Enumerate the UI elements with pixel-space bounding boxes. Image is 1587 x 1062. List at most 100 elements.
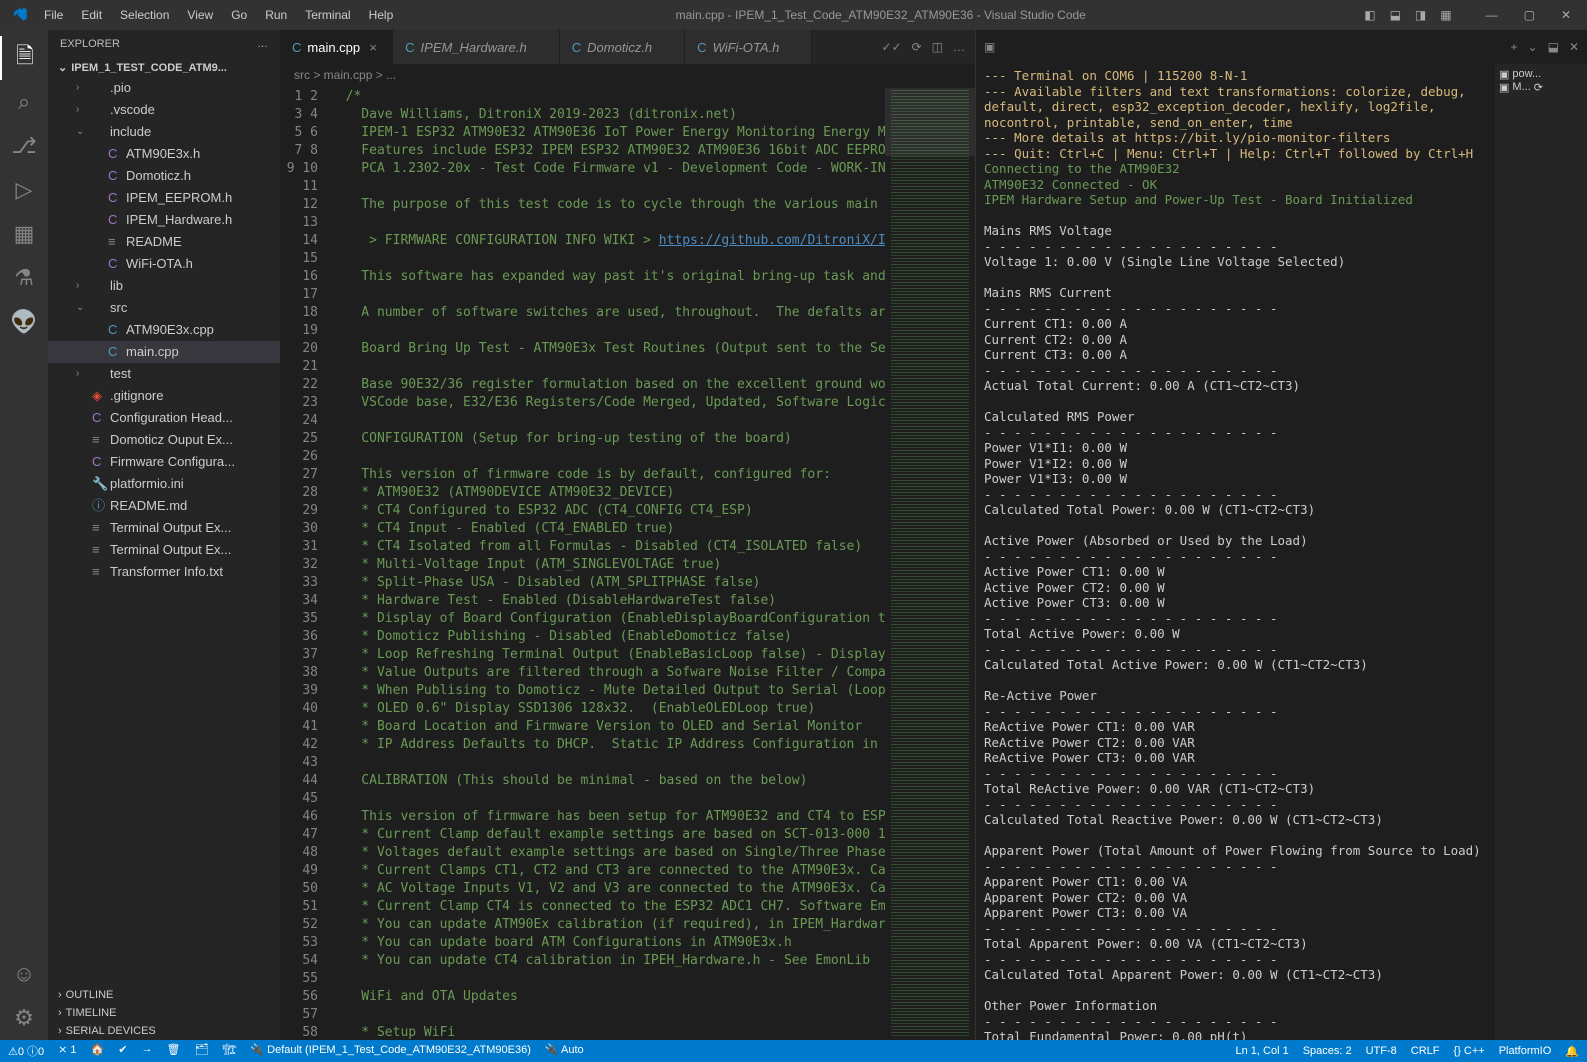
header-icon: C	[108, 166, 122, 186]
search-icon[interactable]: ⌕	[0, 80, 48, 124]
more-icon[interactable]: …	[953, 40, 965, 54]
check-all-icon[interactable]: ✓✓	[881, 40, 901, 54]
chevron-icon: ›	[76, 276, 88, 296]
platformio-icon[interactable]: 👽	[0, 300, 48, 344]
terminal-session-2[interactable]: ▣M...⟳	[1499, 81, 1583, 94]
menu-help[interactable]: Help	[361, 4, 402, 26]
chevron-down-icon: ⌄	[58, 61, 67, 74]
status-item[interactable]: Ln 1, Col 1	[1235, 1045, 1288, 1058]
maximize-terminal-icon[interactable]: ⬓	[1548, 40, 1559, 54]
serial-devices-section[interactable]: ›SERIAL DEVICES	[48, 1022, 280, 1040]
maximize-icon[interactable]: ▢	[1514, 4, 1545, 26]
status-item[interactable]: 🗂	[194, 1043, 208, 1059]
tree-item-atm90e3x-cpp[interactable]: CATM90E3x.cpp	[48, 319, 280, 341]
toggle-panel-left-icon[interactable]: ◧	[1360, 6, 1379, 24]
tree-item-atm90e3x-h[interactable]: CATM90E3x.h	[48, 143, 280, 165]
code-editor[interactable]: 1 2 3 4 5 6 7 8 9 10 11 12 13 14 15 16 1…	[280, 86, 975, 1040]
code-content[interactable]: /* Dave Williams, DitroniX 2019-2023 (di…	[330, 86, 885, 1040]
tab-wifi-ota-h[interactable]: CWiFi-OTA.h	[685, 30, 812, 64]
minimap[interactable]	[885, 86, 975, 1040]
tree-item-terminal-output-ex-[interactable]: ≡Terminal Output Ex...	[48, 539, 280, 561]
status-item[interactable]: 🗑	[166, 1043, 180, 1059]
tab-main-cpp[interactable]: Cmain.cpp×	[280, 30, 393, 64]
tree-item-readme[interactable]: ≡README	[48, 231, 280, 253]
menu-run[interactable]: Run	[257, 4, 295, 26]
status-item[interactable]: 🏗	[222, 1043, 236, 1059]
status-item[interactable]: ⚠0 ⓘ0	[8, 1043, 44, 1059]
settings-icon[interactable]: ⚙	[0, 996, 48, 1040]
tree-item-lib[interactable]: ›lib	[48, 275, 280, 297]
customize-layout-icon[interactable]: ▦	[1436, 6, 1455, 24]
tree-item-readme-md[interactable]: ⓘREADME.md	[48, 495, 280, 517]
project-root[interactable]: ⌄ IPEM_1_TEST_CODE_ATM9...	[48, 58, 280, 77]
status-item[interactable]: →	[141, 1043, 152, 1059]
status-item[interactable]: Spaces: 2	[1303, 1045, 1352, 1058]
tree-item-domoticz-h[interactable]: CDomoticz.h	[48, 165, 280, 187]
extensions-icon[interactable]: ▦	[0, 212, 48, 256]
tab-ipem-hardware-h[interactable]: CIPEM_Hardware.h	[393, 30, 560, 64]
terminal-tab-icon[interactable]: ▣	[984, 40, 995, 54]
split-icon[interactable]: ◫	[932, 40, 943, 54]
close-terminal-icon[interactable]: ✕	[1569, 40, 1579, 54]
tree-item-platformio-ini[interactable]: 🔧platformio.ini	[48, 473, 280, 495]
tree-item-ipem-eeprom-h[interactable]: CIPEM_EEPROM.h	[48, 187, 280, 209]
tree-item--vscode[interactable]: ›.vscode	[48, 99, 280, 121]
status-item[interactable]: 🔌 Auto	[545, 1043, 584, 1059]
tree-item-wifi-ota-h[interactable]: CWiFi-OTA.h	[48, 253, 280, 275]
menu-go[interactable]: Go	[223, 4, 255, 26]
tree-item-domoticz-ouput-ex-[interactable]: ≡Domoticz Ouput Ex...	[48, 429, 280, 451]
circuit-icon: ▣	[1499, 68, 1509, 81]
status-item[interactable]: UTF-8	[1366, 1045, 1397, 1058]
status-item[interactable]: 🔔	[1565, 1045, 1579, 1058]
tree-label: platformio.ini	[110, 474, 184, 494]
tree-item-configuration-head-[interactable]: CConfiguration Head...	[48, 407, 280, 429]
status-item[interactable]: PlatformIO	[1499, 1045, 1552, 1058]
close-tab-icon[interactable]: ×	[366, 40, 380, 55]
menu-selection[interactable]: Selection	[112, 4, 177, 26]
breadcrumb[interactable]: src > main.cpp > ...	[280, 64, 975, 86]
status-item[interactable]: 🔌 Default (IPEM_1_Test_Code_ATM90E32_ATM…	[250, 1043, 530, 1059]
terminal-output[interactable]: --- Terminal on COM6 | 115200 8-N-1 --- …	[976, 64, 1495, 1040]
menu-file[interactable]: File	[36, 4, 71, 26]
terminal-session-1[interactable]: ▣pow...	[1499, 68, 1583, 81]
timeline-section[interactable]: ›TIMELINE	[48, 1004, 280, 1022]
scm-icon[interactable]: ⎇	[0, 124, 48, 168]
tree-item-src[interactable]: ⌄src	[48, 297, 280, 319]
status-item[interactable]: ⨯ 1	[58, 1043, 76, 1059]
test-icon[interactable]: ⚗	[0, 256, 48, 300]
tree-item--pio[interactable]: ›.pio	[48, 77, 280, 99]
toggle-panel-right-icon[interactable]: ◨	[1411, 6, 1430, 24]
tree-item-terminal-output-ex-[interactable]: ≡Terminal Output Ex...	[48, 517, 280, 539]
tree-item--gitignore[interactable]: ◈.gitignore	[48, 385, 280, 407]
tree-item-transformer-info-txt[interactable]: ≡Transformer Info.txt	[48, 561, 280, 583]
more-icon[interactable]: …	[257, 38, 268, 50]
menu-edit[interactable]: Edit	[73, 4, 110, 26]
minimize-icon[interactable]: —	[1476, 4, 1508, 26]
cpp-icon: C	[108, 342, 122, 362]
explorer-icon[interactable]: 🗎	[0, 36, 48, 80]
sync-icon[interactable]: ⟳	[912, 40, 922, 54]
debug-icon[interactable]: ▷	[0, 168, 48, 212]
tree-item-ipem-hardware-h[interactable]: CIPEM_Hardware.h	[48, 209, 280, 231]
tree-item-firmware-configura-[interactable]: CFirmware Configura...	[48, 451, 280, 473]
toggle-panel-bottom-icon[interactable]: ⬓	[1386, 6, 1405, 24]
status-item[interactable]: ✔	[118, 1043, 127, 1059]
tab-domoticz-h[interactable]: CDomoticz.h	[560, 30, 685, 64]
vscode-logo-icon	[12, 6, 30, 24]
close-icon[interactable]: ✕	[1551, 4, 1581, 26]
outline-section[interactable]: ›OUTLINE	[48, 986, 280, 1004]
status-item[interactable]: {} C++	[1454, 1045, 1485, 1058]
accounts-icon[interactable]: ☺	[0, 952, 48, 996]
menu-terminal[interactable]: Terminal	[297, 4, 358, 26]
tree-item-test[interactable]: ›test	[48, 363, 280, 385]
tree-item-include[interactable]: ⌄include	[48, 121, 280, 143]
terminal-dropdown-icon[interactable]: ⌄	[1528, 40, 1538, 54]
status-item[interactable]: CRLF	[1411, 1045, 1440, 1058]
status-item[interactable]: 🏠	[91, 1043, 105, 1059]
header-icon: C	[108, 254, 122, 274]
circuit-icon: ▣	[1499, 81, 1509, 94]
tree-item-main-cpp[interactable]: Cmain.cpp	[48, 341, 280, 363]
new-terminal-icon[interactable]: +	[1511, 40, 1518, 54]
menu-view[interactable]: View	[179, 4, 221, 26]
c-file-icon: C	[292, 40, 301, 55]
